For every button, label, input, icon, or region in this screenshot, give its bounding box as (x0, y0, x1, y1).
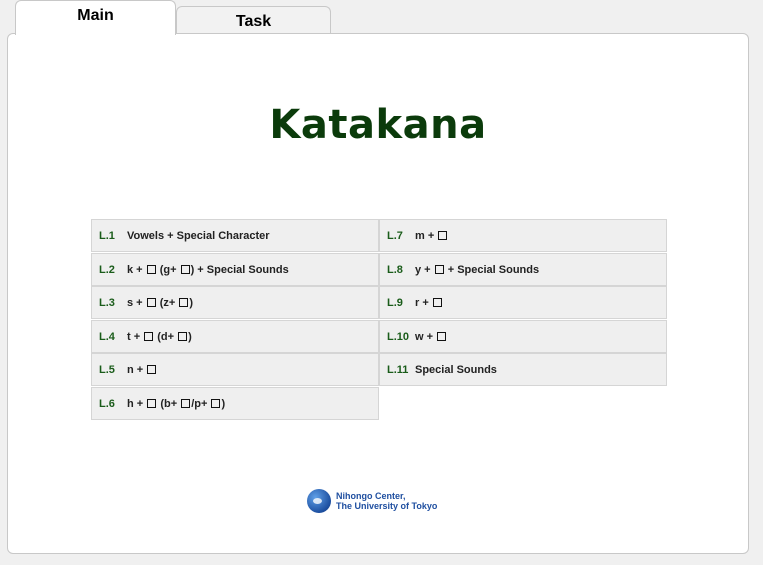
lesson-label: h + (b+ /p+ ) (127, 398, 225, 410)
lesson-label-part: (b+ (157, 397, 181, 410)
blank-square-icon (146, 264, 156, 274)
lesson-number: L.3 (99, 296, 115, 309)
lesson-label: w + (415, 331, 447, 343)
blank-square-icon (180, 264, 190, 274)
lesson-label: y + + Special Sounds (415, 264, 539, 276)
lesson-number: L.7 (387, 229, 403, 242)
lesson-label-part: (d+ (154, 330, 178, 343)
blank-square-icon (144, 331, 154, 341)
lesson-label-part: ) (188, 330, 192, 343)
footer-text: Nihongo Center, The University of Tokyo (336, 491, 437, 511)
tab-bar: Main Task (0, 0, 763, 35)
lesson-item-2[interactable]: L.2 k + (g+ ) + Special Sounds (91, 253, 379, 286)
lesson-label-part: n + (127, 363, 147, 376)
lesson-label-part: (g+ (156, 263, 180, 276)
lesson-label-part: + Special Sounds (444, 263, 540, 276)
lesson-number: L.2 (99, 263, 115, 276)
lesson-label-part: w + (415, 330, 437, 343)
lesson-item-1[interactable]: L.1 Vowels + Special Character (91, 219, 379, 252)
nihongo-center-link[interactable]: Nihongo Center, The University of Tokyo (307, 488, 437, 514)
lesson-label: n + (127, 364, 157, 376)
blank-square-icon (438, 230, 448, 240)
lesson-number: L.11 (387, 363, 409, 376)
blank-square-icon (434, 264, 444, 274)
lesson-item-6[interactable]: L.6 h + (b+ /p+ ) (91, 387, 379, 420)
blank-square-icon (146, 297, 156, 307)
lesson-label: k + (g+ ) + Special Sounds (127, 264, 289, 276)
blank-square-icon (147, 364, 157, 374)
lesson-label-part: ) + Special Sounds (190, 263, 289, 276)
lesson-label-part: Special Sounds (415, 363, 497, 376)
lesson-label: Vowels + Special Character (127, 230, 270, 242)
lesson-label-part: y + (415, 263, 434, 276)
lesson-item-9[interactable]: L.9 r + (379, 286, 667, 319)
lesson-label-part: k + (127, 263, 146, 276)
blank-square-icon (147, 398, 157, 408)
blank-square-icon (437, 331, 447, 341)
lesson-label-part: Vowels + Special Character (127, 229, 270, 242)
lesson-label: Special Sounds (415, 364, 497, 376)
lesson-number: L.8 (387, 263, 403, 276)
lesson-label-part: h + (127, 397, 147, 410)
lesson-number: L.6 (99, 397, 115, 410)
main-panel: Katakana L.1 Vowels + Special Character L.… (7, 33, 749, 554)
lesson-label: s + (z+ ) (127, 297, 193, 309)
blank-square-icon (211, 398, 221, 408)
lesson-number: L.1 (99, 229, 115, 242)
globe-logo-icon (307, 489, 331, 513)
lesson-number: L.10 (387, 330, 410, 343)
lesson-label-part: ) (221, 397, 226, 410)
page-title: Katakana (269, 102, 487, 148)
lesson-label: r + (415, 297, 443, 309)
footer-line2: The University of Tokyo (336, 501, 438, 511)
lesson-label-part: t + (127, 330, 144, 343)
blank-square-icon (432, 297, 442, 307)
lesson-label: t + (d+ ) (127, 331, 192, 343)
footer-line1: Nihongo Center, (336, 491, 406, 501)
lesson-label: m + (415, 230, 448, 242)
lesson-label-part: r + (415, 296, 432, 309)
lesson-item-8[interactable]: L.8 y + + Special Sounds (379, 253, 667, 286)
lesson-label-part: ) (189, 296, 194, 309)
lesson-item-7[interactable]: L.7 m + (379, 219, 667, 252)
lesson-label-part: /p+ (191, 397, 211, 410)
lesson-label-part: s + (127, 296, 146, 309)
lesson-item-4[interactable]: L.4 t + (d+ ) (91, 320, 379, 353)
blank-square-icon (178, 331, 188, 341)
blank-square-icon (181, 398, 191, 408)
lesson-label-part: m + (415, 229, 438, 242)
lesson-number: L.9 (387, 296, 403, 309)
lesson-item-5[interactable]: L.5 n + (91, 353, 379, 386)
lesson-item-10[interactable]: L.10 w + (379, 320, 667, 353)
lesson-number: L.5 (99, 363, 115, 376)
lesson-number: L.4 (99, 330, 115, 343)
lesson-item-11[interactable]: L.11 Special Sounds (379, 353, 667, 386)
tab-main[interactable]: Main (15, 0, 176, 35)
blank-square-icon (179, 297, 189, 307)
lesson-item-3[interactable]: L.3 s + (z+ ) (91, 286, 379, 319)
tab-task[interactable]: Task (176, 6, 331, 34)
lesson-label-part: (z+ (156, 296, 179, 309)
